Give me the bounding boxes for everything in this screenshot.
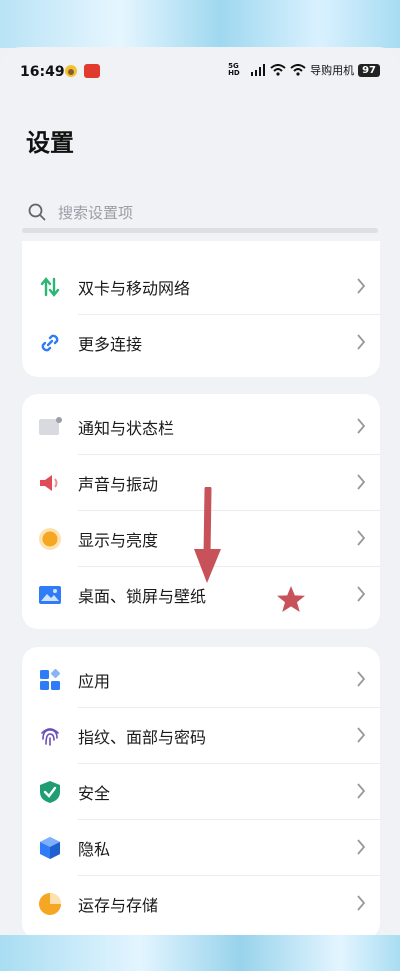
settings-item-privacy[interactable]: 隐私 (22, 820, 380, 876)
search-icon (28, 203, 46, 221)
speaker-icon (38, 471, 62, 495)
chevron-right-icon (357, 671, 366, 687)
signal-icon (251, 64, 266, 76)
settings-item-apps[interactable]: 应用 (22, 652, 380, 708)
apps-icon (38, 668, 62, 692)
storage-icon (38, 892, 62, 916)
settings-item-label: 隐私 (78, 840, 111, 859)
chevron-right-icon (357, 474, 366, 490)
notification-app-icon (84, 64, 100, 78)
settings-item-label: 运存与存储 (78, 896, 159, 915)
chevron-right-icon (357, 530, 366, 546)
search-input[interactable]: 搜索设置项 (58, 202, 133, 223)
shield-icon (38, 780, 62, 804)
brightness-icon (38, 527, 62, 551)
settings-item-label: 显示与亮度 (78, 531, 159, 550)
bell-app-icon (65, 65, 77, 77)
chevron-right-icon (357, 783, 366, 799)
settings-item-label: 通知与状态栏 (78, 419, 175, 438)
page-title: 设置 (26, 129, 74, 157)
settings-item-label: 应用 (78, 672, 111, 691)
chevron-right-icon (357, 839, 366, 855)
search-bar[interactable]: 搜索设置项 (28, 197, 378, 227)
carrier-label: 导购用机 (310, 64, 355, 77)
chevron-right-icon (357, 278, 366, 294)
settings-item-storage[interactable]: 运存与存储 (22, 876, 380, 932)
wallpaper-icon (38, 583, 62, 607)
dual-sim-icon (38, 275, 62, 299)
battery-indicator: 97 (358, 63, 380, 77)
settings-item-more-connections[interactable]: 更多连接 (22, 315, 380, 371)
annotation-arrow-icon (194, 487, 221, 583)
fingerprint-icon (38, 724, 62, 748)
chevron-right-icon (357, 334, 366, 350)
hotspot-icon (290, 64, 306, 76)
wallpaper-bottom (0, 935, 400, 971)
network-type: 5G HD (228, 62, 240, 77)
chevron-right-icon (357, 727, 366, 743)
settings-item-label: 声音与振动 (78, 475, 159, 494)
settings-item-label: 安全 (78, 784, 111, 803)
settings-item-security[interactable]: 安全 (22, 764, 380, 820)
status-right: 5G HD 导购用机 97 (228, 62, 380, 78)
chevron-right-icon (357, 895, 366, 911)
card-apps-security: 应用 指纹、面部与密码 安全 隐私 运存与存储 (22, 647, 380, 935)
wifi-icon (270, 64, 286, 76)
status-bar: 16:49 5G HD 导购用机 97 (0, 47, 400, 99)
privacy-icon (38, 836, 62, 860)
settings-screen: 16:49 5G HD 导购用机 97 设置 搜索设置项 双卡与移动网络 更多连… (0, 47, 400, 935)
status-time: 16:49 (20, 64, 65, 80)
chevron-right-icon (357, 586, 366, 602)
settings-item-label: 指纹、面部与密码 (78, 728, 207, 747)
settings-item-dual-sim[interactable]: 双卡与移动网络 (22, 259, 380, 315)
settings-item-label: 更多连接 (78, 335, 143, 354)
settings-item-fingerprint[interactable]: 指纹、面部与密码 (22, 708, 380, 764)
link-icon (38, 331, 62, 355)
settings-item-label: 桌面、锁屏与壁纸 (78, 587, 207, 606)
annotation-star-icon (277, 586, 305, 612)
search-divider (22, 228, 378, 233)
chevron-right-icon (357, 418, 366, 434)
wallpaper-top (0, 0, 400, 48)
settings-item-notifications[interactable]: 通知与状态栏 (22, 399, 380, 455)
settings-item-label: 双卡与移动网络 (78, 279, 191, 298)
card-connectivity: 双卡与移动网络 更多连接 (22, 241, 380, 377)
notification-icon (38, 415, 62, 439)
